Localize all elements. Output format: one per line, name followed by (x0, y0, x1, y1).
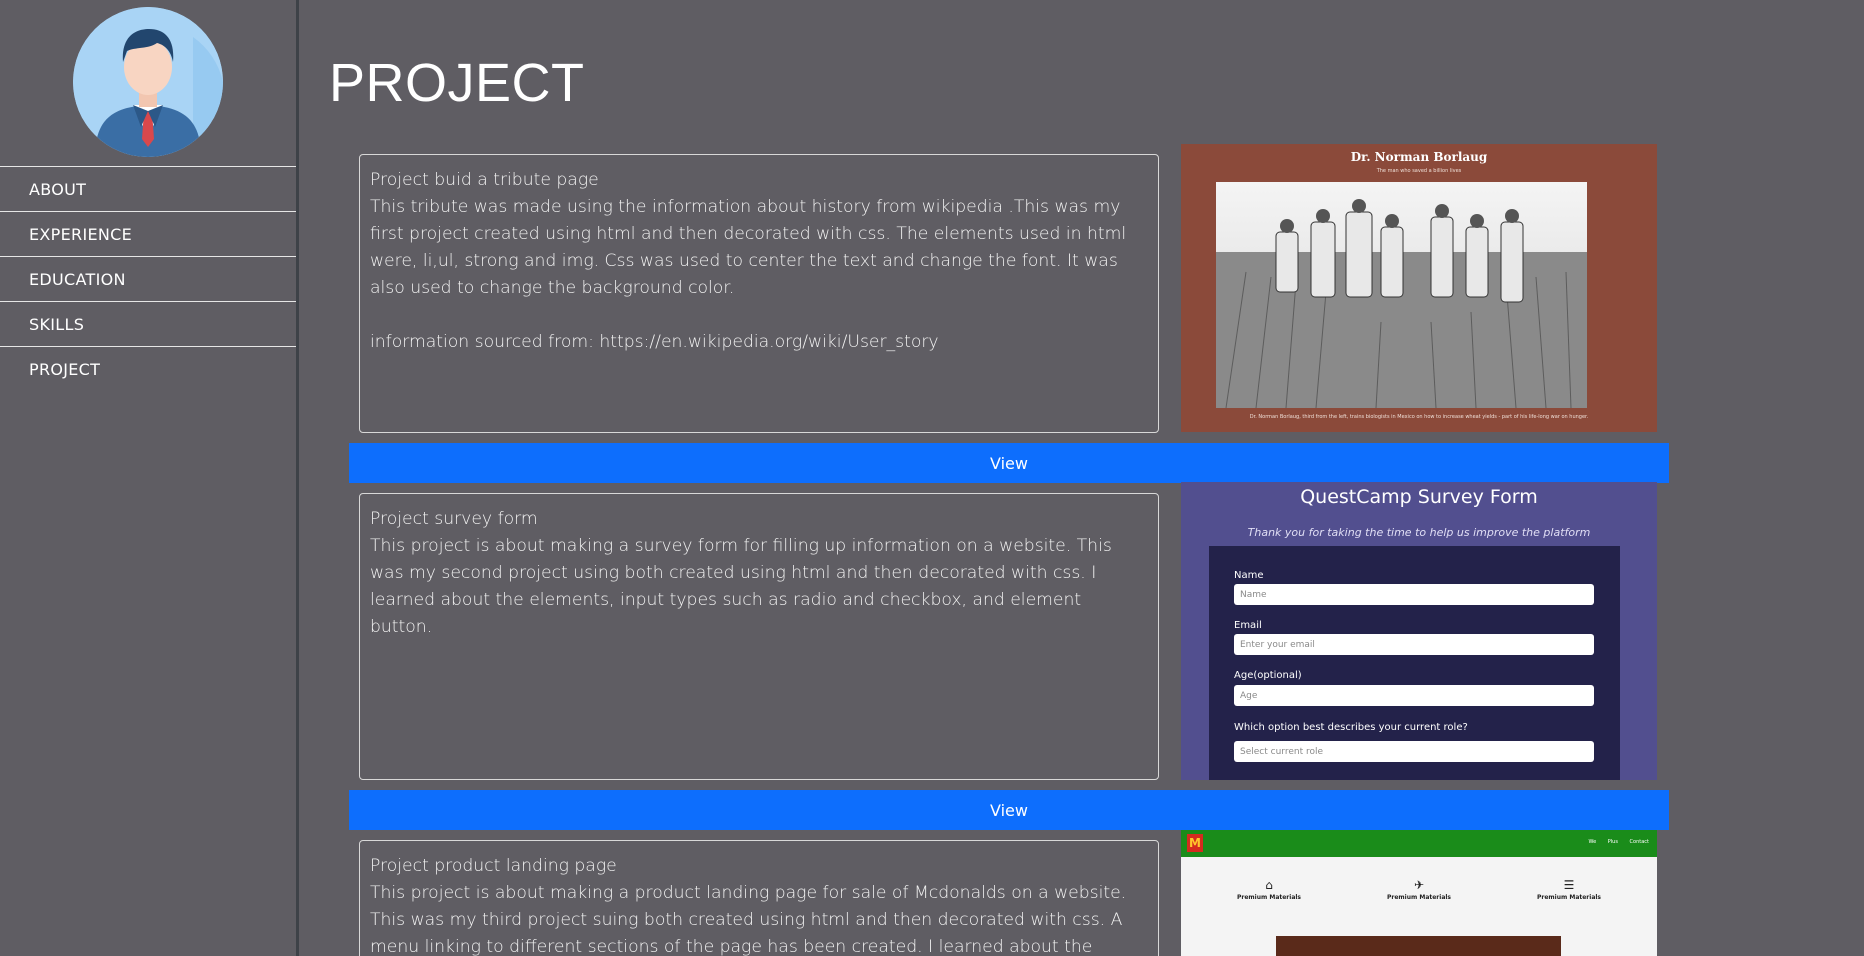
project-title: Project buid a tribute page (370, 170, 599, 190)
preview-feature: ☰ Premium Materials (1509, 878, 1629, 901)
sidebar-item-education[interactable]: EDUCATION (0, 256, 296, 301)
project-card-tribute: Project buid a tribute page This tribute… (359, 154, 1159, 433)
preview-feature-title: Premium Materials (1387, 894, 1451, 901)
preview-email-input: Enter your email (1234, 634, 1594, 655)
preview-feature: ✈ Premium Materials (1359, 878, 1479, 901)
page-title: PROJECT (329, 53, 585, 113)
project-card-survey: Project survey form This project is abou… (359, 493, 1159, 780)
project-card-landing: Project product landing page This projec… (359, 840, 1159, 956)
airplane-icon: ✈ (1413, 878, 1425, 892)
sidebar: ABOUT EXPERIENCE EDUCATION SKILLS PROJEC… (0, 0, 299, 956)
preview-name-input: Name (1234, 584, 1594, 605)
businessman-avatar-icon (73, 7, 223, 157)
project-description: This tribute was made using the informat… (370, 197, 1127, 298)
sidebar-item-experience[interactable]: EXPERIENCE (0, 211, 296, 256)
sidebar-item-label: EDUCATION (29, 269, 126, 289)
preview-heading: QuestCamp Survey Form (1300, 486, 1538, 508)
project-preview-landing: M We Plus Contact ⌂ Premium Materials ✈ … (1181, 830, 1657, 956)
sidebar-item-label: PROJECT (29, 359, 101, 379)
sidebar-item-label: EXPERIENCE (29, 224, 133, 244)
preview-caption: Dr. Norman Borlaug, third from the left,… (1249, 414, 1589, 420)
project-description: This project is about making a product l… (370, 883, 1127, 956)
sidebar-item-label: SKILLS (29, 314, 85, 334)
mcdonalds-logo-icon: M (1187, 834, 1203, 852)
preview-subheading: Thank you for taking the time to help us… (1247, 526, 1591, 539)
project-preview-tribute: Dr. Norman Borlaug The man who saved a b… (1181, 144, 1657, 432)
preview-role-select: Select current role (1234, 741, 1594, 762)
preview-feature-title: Premium Materials (1537, 894, 1601, 901)
home-icon: ⌂ (1265, 878, 1273, 892)
project-preview-survey: QuestCamp Survey Form Thank you for taki… (1181, 482, 1657, 780)
preview-nav-link: We (1588, 839, 1597, 845)
view-button-tribute[interactable]: View (349, 443, 1669, 483)
project-title: Project survey form (370, 509, 538, 529)
preview-field-label: Which option best describes your current… (1234, 722, 1468, 733)
preview-field-label: Name (1234, 570, 1264, 581)
preview-subheading: The man who saved a billion lives (1376, 168, 1462, 174)
preview-heading: Dr. Norman Borlaug (1350, 150, 1488, 164)
project-description: This project is about making a survey fo… (370, 536, 1112, 637)
preview-field-label: Email (1234, 620, 1262, 631)
sidebar-item-project[interactable]: PROJECT (0, 346, 296, 391)
project-title: Project product landing page (370, 856, 617, 876)
preview-field-label: Age(optional) (1234, 670, 1302, 681)
preview-feature-title: Premium Materials (1237, 894, 1301, 901)
preview-nav-link: Contact (1629, 839, 1649, 845)
sidebar-nav: ABOUT EXPERIENCE EDUCATION SKILLS PROJEC… (0, 166, 296, 391)
sidebar-item-label: ABOUT (29, 179, 87, 199)
project-source: information sourced from: https://en.wik… (370, 332, 939, 352)
preview-feature: ⌂ Premium Materials (1209, 878, 1329, 901)
preview-age-input: Age (1234, 685, 1594, 706)
avatar (73, 7, 223, 157)
wheat-field-photo (1216, 182, 1587, 409)
view-button-survey[interactable]: View (349, 790, 1669, 830)
preview-nav-link: Plus (1607, 839, 1618, 845)
sidebar-item-skills[interactable]: SKILLS (0, 301, 296, 346)
preview-video (1276, 936, 1561, 956)
preview-nav-links: We Plus Contact (1578, 839, 1649, 845)
sidebar-item-about[interactable]: ABOUT (0, 166, 296, 211)
barcode-icon: ☰ (1563, 878, 1575, 892)
